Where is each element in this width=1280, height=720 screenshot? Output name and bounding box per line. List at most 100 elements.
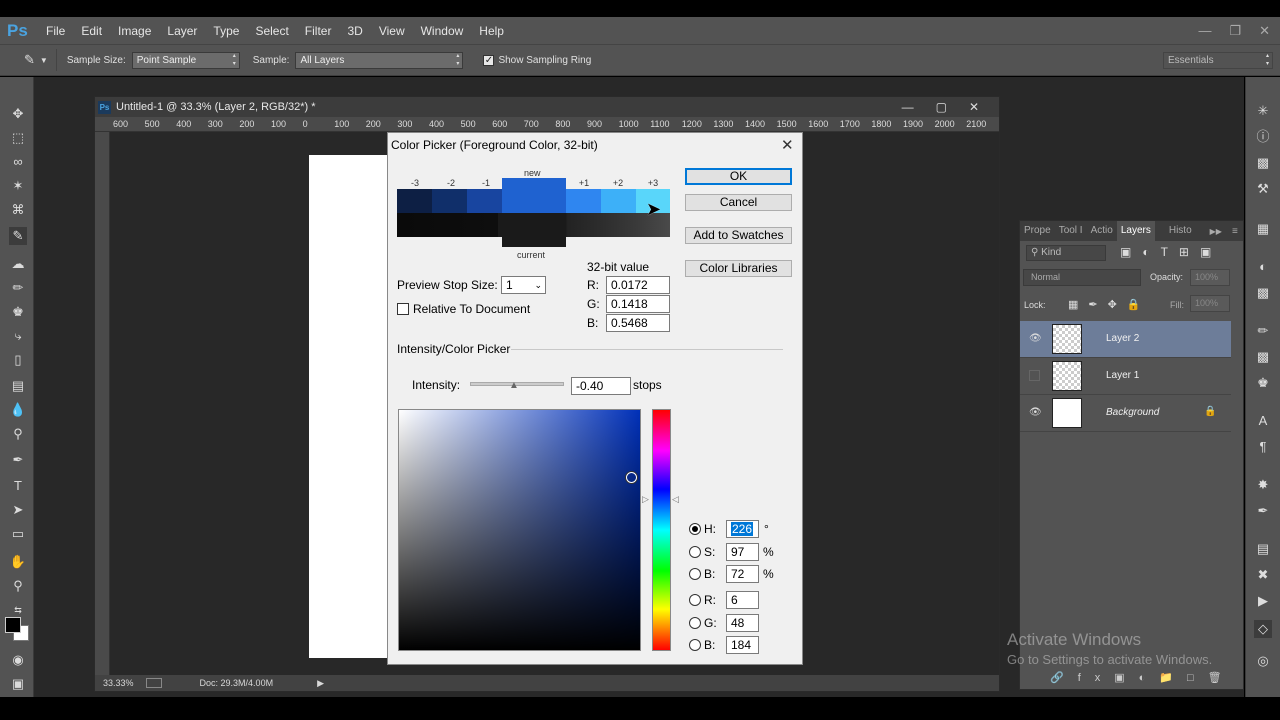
brush-panel-icon[interactable]: ✏ [1254, 322, 1272, 340]
dodge-tool-icon[interactable]: ⚲ [9, 425, 27, 443]
tab-layers[interactable]: Layers [1116, 221, 1155, 241]
add-to-swatches-button[interactable]: Add to Swatches [685, 227, 792, 244]
preview-stop-plus2[interactable] [601, 189, 636, 213]
bit32-g-input[interactable]: 0.1418 [606, 295, 670, 313]
panel-menu-icon[interactable]: ≡ [1232, 226, 1238, 237]
tools-panel-icon[interactable]: ✖ [1254, 566, 1272, 584]
doc-close-icon[interactable]: ✕ [969, 100, 979, 114]
radio-hue[interactable] [689, 523, 701, 535]
blur-tool-icon[interactable]: 💧 [9, 401, 27, 419]
fill-input[interactable]: 100% [1190, 295, 1230, 312]
zoom-level[interactable]: 33.33% [103, 678, 134, 688]
layer-name[interactable]: Background [1106, 407, 1159, 418]
opacity-input[interactable]: 100% [1190, 269, 1230, 286]
menu-filter[interactable]: Filter [305, 24, 332, 38]
dialog-close-icon[interactable]: ✕ [781, 136, 794, 154]
workspace-select[interactable]: Essentials [1163, 52, 1273, 69]
radio-red[interactable] [689, 594, 701, 606]
eyedropper-icon[interactable]: ✎ [24, 52, 35, 68]
tool-preset-chevron-icon[interactable]: ▼ [40, 56, 48, 65]
foreground-color-swatch[interactable] [5, 617, 21, 633]
eye-icon[interactable]: 👁 [1029, 407, 1042, 420]
stamp-tool-icon[interactable]: ♚ [9, 303, 27, 321]
g-input[interactable]: 48 [726, 614, 759, 632]
brush-presets-icon[interactable]: ▩ [1254, 348, 1272, 366]
blend-mode-select[interactable]: Normal [1023, 269, 1141, 286]
paragraph-panel-icon[interactable]: ¶ [1254, 438, 1272, 456]
actions-panel-icon[interactable]: ▶ [1254, 592, 1272, 610]
b-input[interactable]: 72 [726, 565, 759, 583]
timeline-panel-icon[interactable]: ▤ [1254, 540, 1272, 558]
tab-tool-presets[interactable]: Tool I [1055, 221, 1087, 241]
status-icon[interactable] [145, 678, 162, 688]
preview-stop-minus3[interactable] [397, 189, 432, 213]
brush-tool-icon[interactable]: ✏ [9, 279, 27, 297]
color-field-marker[interactable] [626, 472, 637, 483]
type-tool-icon[interactable]: T [9, 477, 27, 495]
blue-input[interactable]: 184 [726, 636, 759, 654]
3d-panel-icon[interactable]: ✸ [1254, 476, 1272, 494]
healing-tool-icon[interactable]: ☁ [9, 255, 27, 273]
intensity-input[interactable]: -0.40 [571, 377, 631, 395]
bit32-b-input[interactable]: 0.5468 [606, 314, 670, 332]
sample-size-select[interactable]: Point Sample [131, 51, 240, 69]
eye-icon[interactable]: 👁 [1029, 333, 1042, 346]
kind-filter[interactable]: ⚲ Kind [1026, 245, 1106, 261]
shape-tool-icon[interactable]: ▭ [9, 525, 27, 543]
hidden-eye-icon[interactable] [1029, 370, 1040, 381]
hue-slider[interactable] [652, 409, 671, 651]
pen-tool-icon[interactable]: ✒ [9, 451, 27, 469]
channels-panel-icon[interactable]: ◎ [1254, 652, 1272, 670]
h-input[interactable]: 226 [726, 520, 759, 538]
ok-button[interactable]: OK [685, 168, 792, 185]
styles-panel-icon[interactable]: ▩ [1254, 284, 1272, 302]
character-panel-icon[interactable]: A [1254, 412, 1272, 430]
lasso-tool-icon[interactable]: ∞ [9, 153, 27, 171]
color-libraries-button[interactable]: Color Libraries [685, 260, 792, 277]
path-select-tool-icon[interactable]: ➤ [9, 501, 27, 519]
radio-brightness[interactable] [689, 568, 701, 580]
tab-history[interactable]: Histo [1165, 221, 1196, 241]
hue-slider-left-arrow[interactable]: ▷ [642, 494, 649, 505]
tab-actions[interactable]: Actio [1087, 221, 1117, 241]
preview-stop-minus2[interactable] [432, 189, 467, 213]
color-field[interactable] [398, 409, 641, 651]
sample-select[interactable]: All Layers [295, 51, 464, 69]
hue-slider-right-arrow[interactable]: ◁ [672, 494, 679, 505]
clone-source-icon[interactable]: ♚ [1254, 374, 1272, 392]
screen-mode-icon[interactable]: ▣ [9, 675, 27, 693]
layer-row-background[interactable]: 👁 Background 🔒 [1020, 395, 1231, 432]
status-arrow-icon[interactable]: ▶ [317, 678, 324, 689]
menu-3d[interactable]: 3D [347, 24, 362, 38]
relative-to-document-checkbox[interactable] [397, 303, 409, 315]
bit32-r-input[interactable]: 0.0172 [606, 276, 670, 294]
radio-blue[interactable] [689, 639, 701, 651]
layers-panel-icon[interactable]: ◇ [1254, 620, 1272, 638]
layer-row-layer2[interactable]: 👁 Layer 2 [1020, 321, 1231, 358]
menu-file[interactable]: File [46, 24, 65, 38]
preview-stop-minus1[interactable] [467, 189, 502, 213]
show-ring-checkbox[interactable]: ✓ [483, 54, 495, 66]
r-input[interactable]: 6 [726, 591, 759, 609]
gradient-tool-icon[interactable]: ▤ [9, 377, 27, 395]
menu-help[interactable]: Help [479, 24, 504, 38]
menu-window[interactable]: Window [421, 24, 464, 38]
hand-tool-icon[interactable]: ✋ [9, 553, 27, 571]
menu-select[interactable]: Select [255, 24, 288, 38]
doc-minimize-icon[interactable]: — [902, 100, 914, 114]
color-panel-icon[interactable]: ✳ [1254, 102, 1272, 120]
menu-layer[interactable]: Layer [167, 24, 197, 38]
zoom-tool-icon[interactable]: ⚲ [9, 577, 27, 595]
histogram-panel-icon[interactable]: ▩ [1254, 154, 1272, 172]
layer-row-layer1[interactable]: Layer 1 [1020, 358, 1231, 395]
marquee-tool-icon[interactable]: ⬚ [9, 129, 27, 147]
radio-green[interactable] [689, 617, 701, 629]
move-tool-icon[interactable]: ✥ [9, 105, 27, 123]
quick-select-tool-icon[interactable]: ✶ [9, 177, 27, 195]
layer-name[interactable]: Layer 2 [1106, 333, 1139, 344]
restore-icon[interactable]: ❐ [1229, 23, 1241, 39]
swatches-panel-icon[interactable]: ▦ [1254, 220, 1272, 238]
history-brush-tool-icon[interactable]: ⤷ [9, 327, 27, 345]
menu-edit[interactable]: Edit [81, 24, 102, 38]
crop-tool-icon[interactable]: ⌘ [9, 201, 27, 219]
